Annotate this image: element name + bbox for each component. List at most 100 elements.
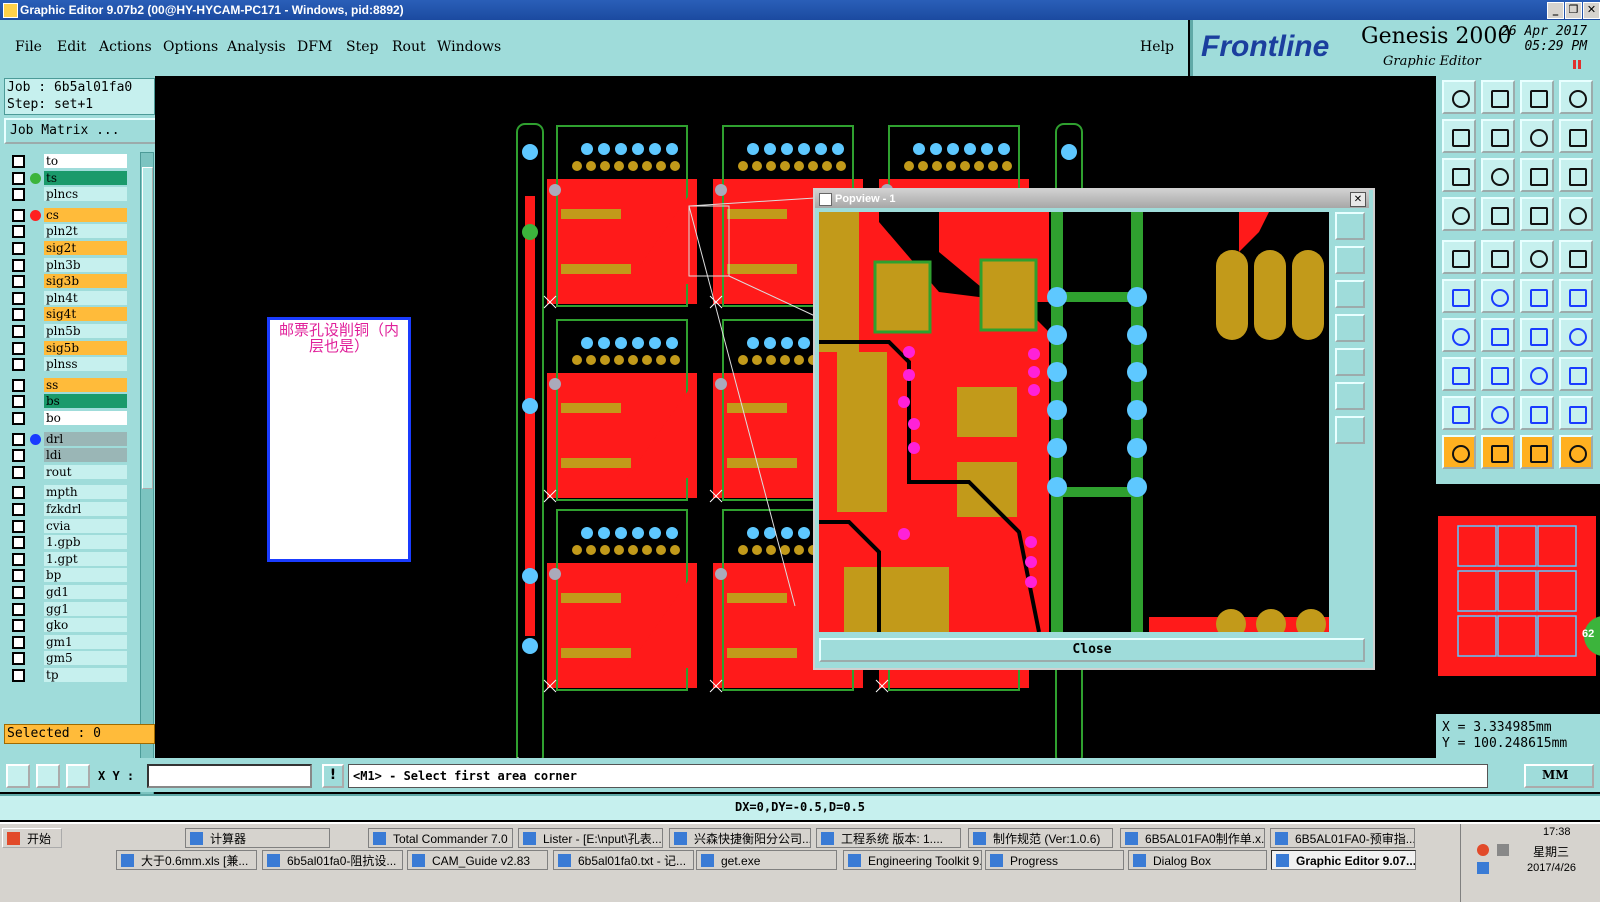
menu-analysis[interactable]: Analysis: [227, 39, 286, 55]
layer-row[interactable]: plnss: [10, 357, 128, 372]
popview-pan-right-button[interactable]: [1335, 348, 1365, 376]
xy-input[interactable]: [147, 764, 312, 788]
arrow-up-icon[interactable]: [1481, 396, 1515, 430]
route-icon[interactable]: [1520, 279, 1554, 313]
layer-checkbox[interactable]: [12, 432, 25, 446]
job-matrix-button[interactable]: Job Matrix ...: [4, 118, 159, 144]
taskbar-button[interactable]: 兴森快捷衡阳分公司...: [669, 828, 811, 848]
start-button[interactable]: 开始: [2, 828, 62, 848]
pointer-box-icon[interactable]: [1481, 435, 1515, 469]
layer-checkbox[interactable]: [12, 519, 25, 533]
zoom-in-icon[interactable]: [1481, 80, 1515, 114]
layer-checkbox[interactable]: [12, 619, 25, 633]
taskbar-button[interactable]: CAM_Guide v2.83: [407, 850, 548, 870]
layer-checkbox[interactable]: [12, 449, 25, 463]
menu-edit[interactable]: Edit: [57, 39, 86, 55]
layer-checkbox[interactable]: [12, 669, 25, 682]
menu-rout[interactable]: Rout: [392, 39, 426, 55]
layer-checkbox[interactable]: [12, 291, 25, 305]
layer-checkbox[interactable]: [12, 486, 25, 500]
overview-map[interactable]: [1436, 516, 1600, 716]
menu-help[interactable]: Help: [1140, 39, 1174, 55]
popview-zoom-canvas[interactable]: [819, 212, 1329, 632]
net-icon[interactable]: [1442, 279, 1476, 313]
home-icon[interactable]: [1520, 80, 1554, 114]
layer-checkbox[interactable]: [12, 652, 25, 666]
layer-row[interactable]: ts: [10, 170, 128, 185]
triangle-icon[interactable]: [1442, 396, 1476, 430]
layer-row[interactable]: bo: [10, 411, 128, 425]
delta-icon[interactable]: [1520, 396, 1554, 430]
layer-checkbox[interactable]: [12, 275, 25, 289]
layer-checkbox[interactable]: [12, 341, 25, 355]
layer-row[interactable]: gko: [10, 618, 128, 633]
help-icon[interactable]: [1559, 158, 1593, 192]
layer-checkbox[interactable]: [12, 378, 25, 392]
snap-icon[interactable]: [1559, 279, 1593, 313]
layer-checkbox[interactable]: [12, 503, 25, 516]
layer-row[interactable]: mpth: [10, 485, 128, 500]
taskbar-button[interactable]: 6b5al01fa0-阻抗设...: [262, 850, 403, 870]
layer-row[interactable]: rout: [10, 464, 128, 479]
center-icon[interactable]: [1481, 158, 1515, 192]
tray-volume-icon[interactable]: [1497, 844, 1509, 856]
taskbar-button[interactable]: 大于0.6mm.xls [兼...: [116, 850, 257, 870]
hand-icon[interactable]: [1442, 197, 1476, 231]
polygon-icon[interactable]: [1559, 357, 1593, 391]
layer-row[interactable]: gm5: [10, 651, 128, 666]
layer-checkbox[interactable]: [12, 171, 25, 185]
fit-all-icon[interactable]: [1442, 158, 1476, 192]
taskbar-button[interactable]: 计算器: [185, 828, 330, 848]
layer-row[interactable]: gm1: [10, 634, 128, 649]
layer-row[interactable]: 1.gpt: [10, 551, 128, 566]
layer-row[interactable]: cs: [10, 207, 128, 222]
snap-icon[interactable]: [6, 764, 30, 788]
menu-options[interactable]: Options: [163, 39, 218, 55]
draw-icon[interactable]: [1481, 240, 1515, 274]
popview-pan-down-button[interactable]: [1335, 280, 1365, 308]
menu-step[interactable]: Step: [346, 39, 378, 55]
scale-icon[interactable]: [1520, 158, 1554, 192]
minimize-button[interactable]: _: [1547, 2, 1564, 19]
layer-row[interactable]: gg1: [10, 601, 128, 616]
fillet-icon[interactable]: [1559, 396, 1593, 430]
redo-view-icon[interactable]: [1559, 119, 1593, 153]
layer-row[interactable]: to: [10, 154, 128, 168]
layer-checkbox[interactable]: [12, 465, 25, 479]
popview-close-icon[interactable]: ✕: [1350, 192, 1366, 207]
layer-checkbox[interactable]: [12, 536, 25, 550]
popview-titlebar[interactable]: Popview - 1 ✕: [815, 190, 1369, 208]
taskbar-button[interactable]: 6b5al01fa0.txt - 记...: [553, 850, 694, 870]
slash-icon[interactable]: [1481, 318, 1515, 352]
taskbar-button[interactable]: get.exe: [696, 850, 837, 870]
tray-network-icon[interactable]: [1477, 862, 1489, 874]
cross-icon[interactable]: [1481, 279, 1515, 313]
taskbar-button[interactable]: Dialog Box: [1128, 850, 1267, 870]
layer-checkbox[interactable]: [12, 552, 25, 566]
layer-row[interactable]: bs: [10, 394, 128, 409]
pointer-icon[interactable]: [1442, 435, 1476, 469]
layer-checkbox[interactable]: [12, 635, 25, 649]
taskbar-button[interactable]: 6B5AL01FA0制作单.x...: [1120, 828, 1265, 848]
tray-antivirus-icon[interactable]: [1477, 844, 1489, 856]
taskbar-button[interactable]: 6B5AL01FA0-预审指...: [1270, 828, 1415, 848]
popview-center-button[interactable]: [1335, 416, 1365, 444]
layer-row[interactable]: pln4t: [10, 290, 128, 305]
layer-row[interactable]: 1.gpb: [10, 535, 128, 550]
layer-checkbox[interactable]: [12, 412, 25, 425]
layer-checkbox[interactable]: [12, 602, 25, 616]
feature-icon[interactable]: [1442, 240, 1476, 274]
hline-icon[interactable]: [1481, 357, 1515, 391]
layer-scrollbar[interactable]: [140, 152, 154, 809]
pick-icon[interactable]: [1481, 197, 1515, 231]
layer-checkbox[interactable]: [12, 569, 25, 583]
layer-row[interactable]: pln5b: [10, 324, 128, 338]
layer-row[interactable]: sig4t: [10, 307, 128, 322]
layer-b-icon[interactable]: [1559, 197, 1593, 231]
layer-row[interactable]: ss: [10, 377, 128, 392]
text-icon[interactable]: [1559, 318, 1593, 352]
command-exclaim-button[interactable]: !: [322, 764, 344, 788]
layer-checkbox[interactable]: [12, 358, 25, 372]
taskbar-button[interactable]: Lister - [E:\nput\孔表...: [518, 828, 663, 848]
pan-left-icon[interactable]: [1442, 119, 1476, 153]
